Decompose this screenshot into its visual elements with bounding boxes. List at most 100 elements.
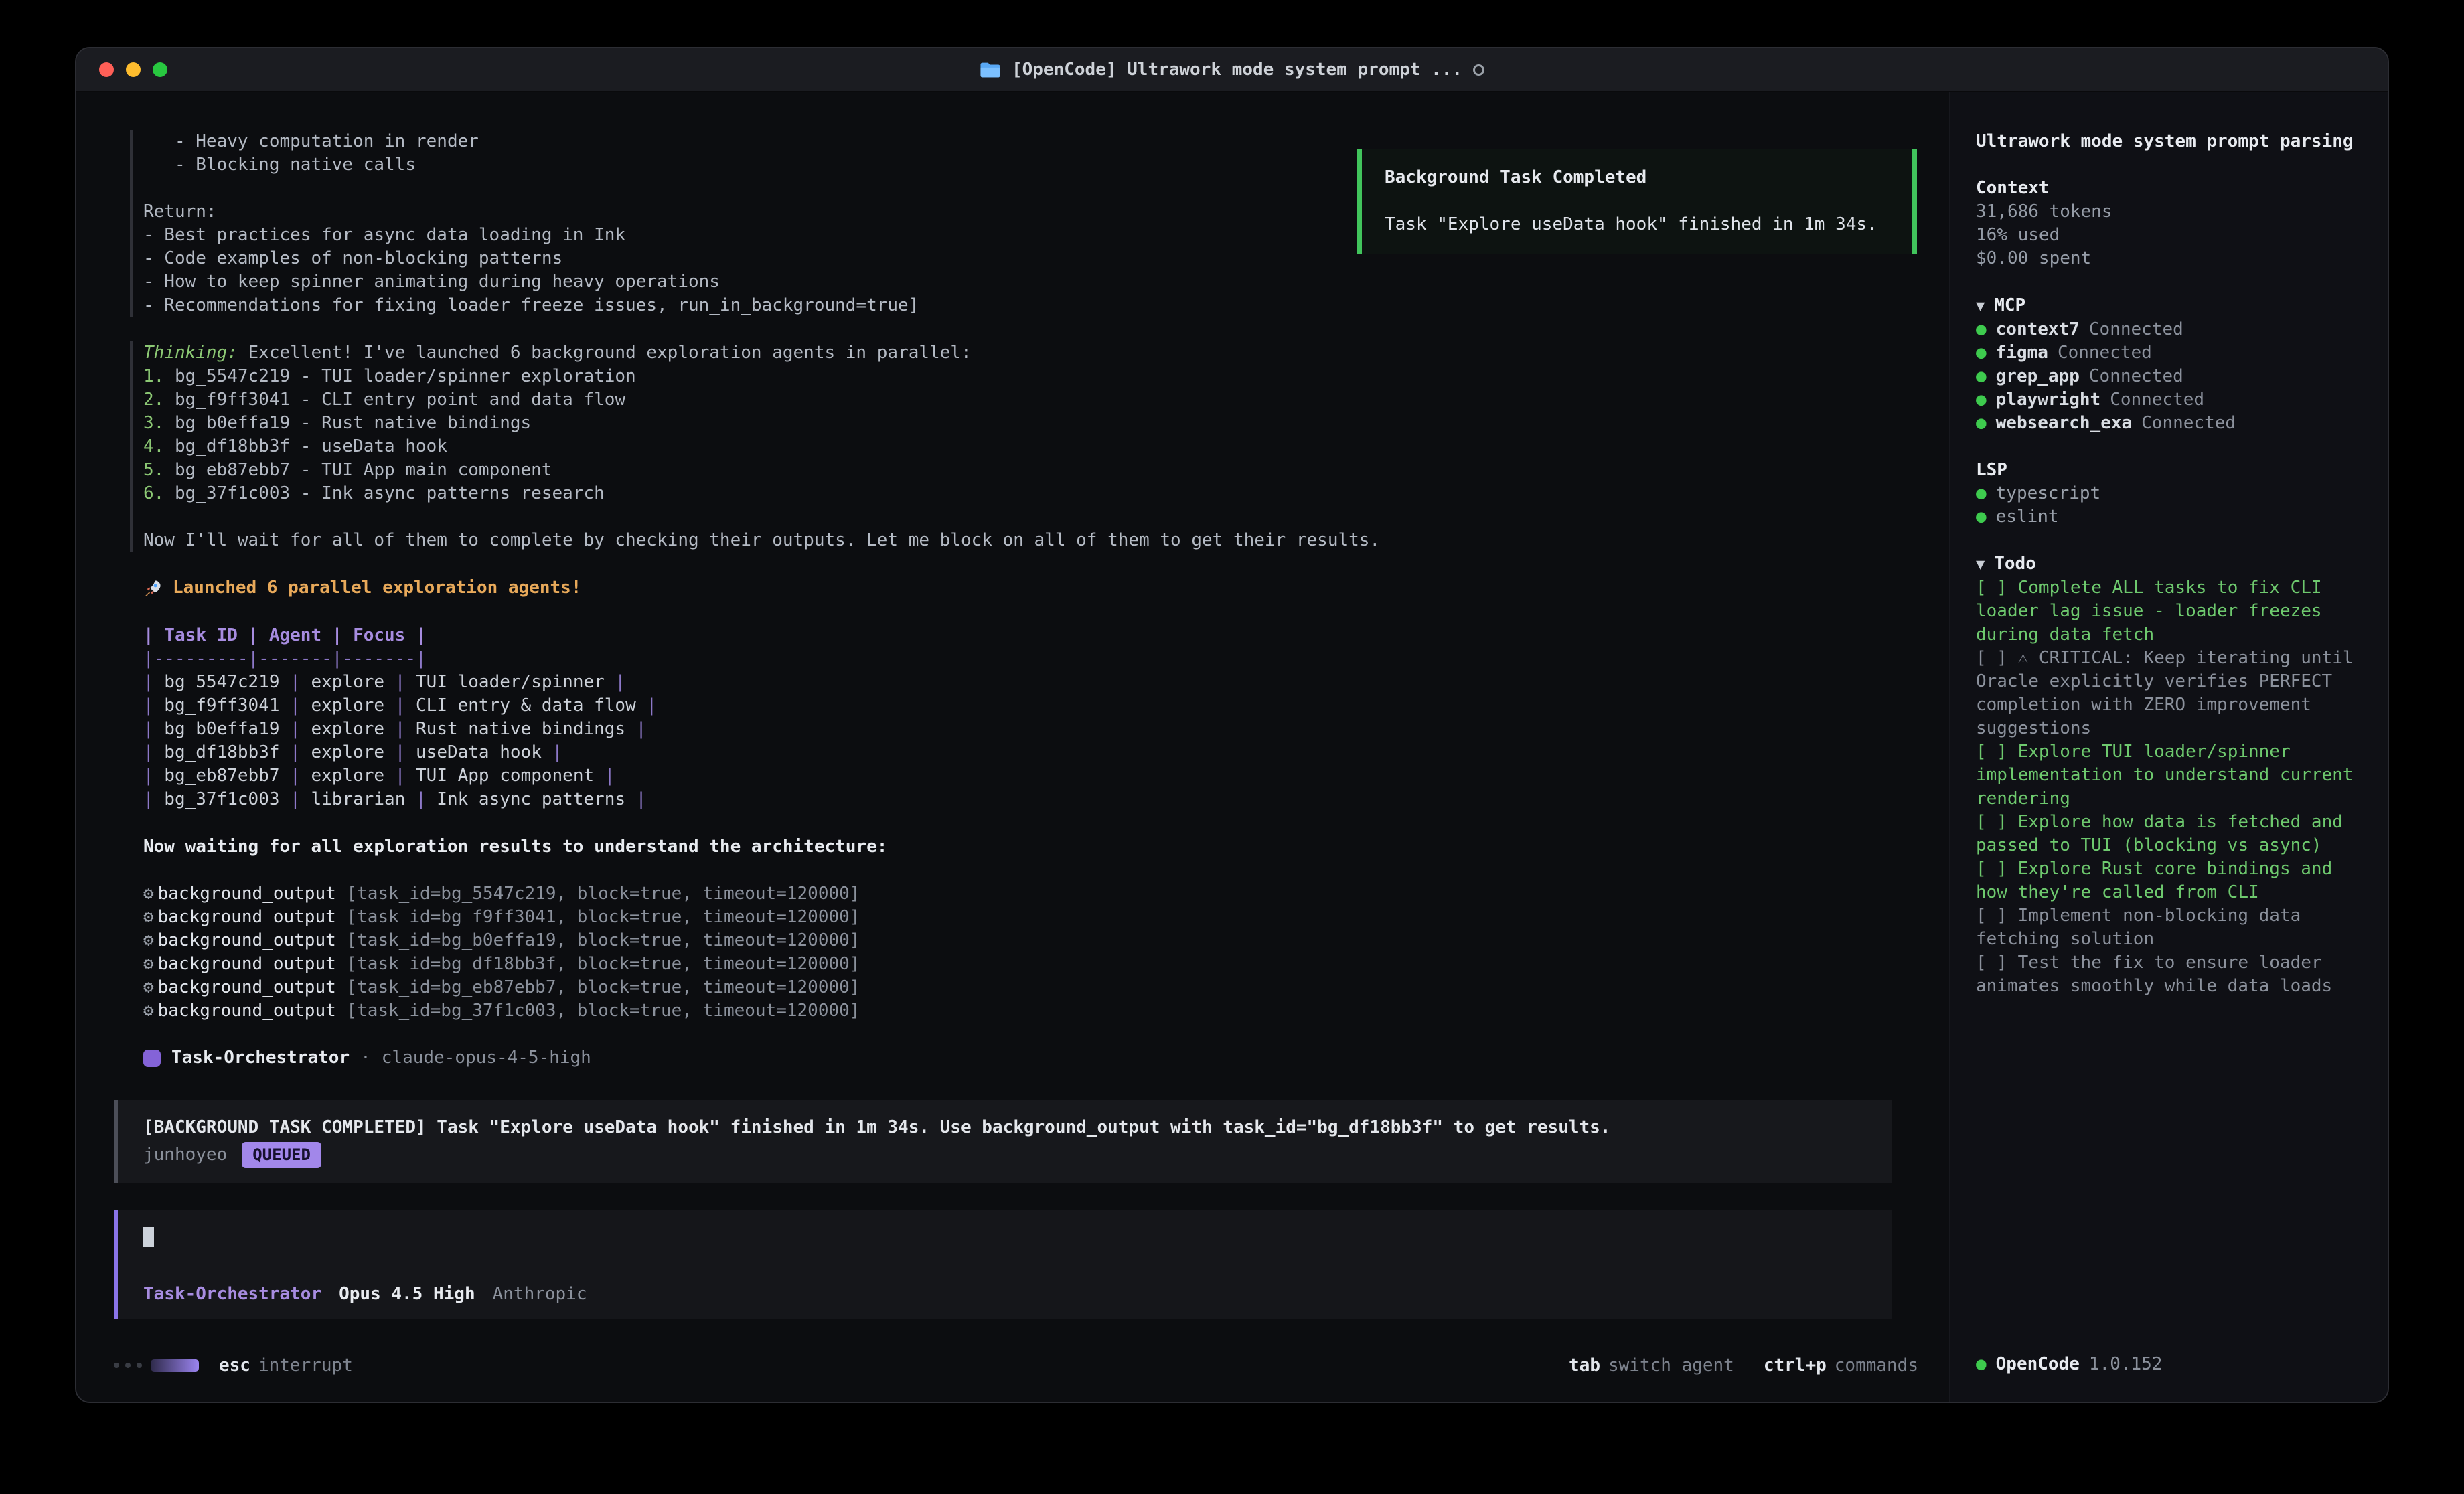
terminal-pane: - Heavy computation in render - Blocking… bbox=[76, 92, 1949, 1402]
agent-id-list: 1. bg_5547c219 - TUI loader/spinner expl… bbox=[143, 365, 1922, 505]
collapse-icon[interactable]: ▼ bbox=[1976, 556, 1985, 573]
context-heading: Context bbox=[1976, 177, 2362, 200]
tool-args: [task_id=bg_5547c219, block=true, timeou… bbox=[336, 884, 860, 904]
window-title: [OpenCode] Ultrawork mode system prompt … bbox=[1012, 60, 1462, 80]
prompt-input[interactable]: Task-Orchestrator Opus 4.5 High Anthropi… bbox=[114, 1210, 1892, 1319]
input-footer: Task-Orchestrator Opus 4.5 High Anthropi… bbox=[143, 1282, 1871, 1306]
thinking-label: Thinking: bbox=[143, 343, 238, 363]
traffic-lights bbox=[99, 62, 167, 77]
thinking-text: Excellent! I've launched 6 background ex… bbox=[238, 343, 972, 363]
table-row: | bg_5547c219 | explore | TUI loader/spi… bbox=[143, 671, 1922, 694]
tool-call-line: ⚙background_output [task_id=bg_37f1c003,… bbox=[143, 999, 1922, 1023]
status-dot: ● bbox=[1976, 412, 1987, 435]
tool-call-line: ⚙background_output [task_id=bg_5547c219,… bbox=[143, 882, 1922, 906]
todo-list: [ ] Complete ALL tasks to fix CLI loader… bbox=[1976, 576, 2362, 998]
launch-banner: Launched 6 parallel exploration agents! bbox=[143, 576, 1922, 600]
mcp-server-name: playwright bbox=[1996, 388, 2101, 412]
mcp-status: Connected bbox=[2110, 388, 2204, 412]
tool-args: [task_id=bg_b0effa19, block=true, timeou… bbox=[336, 930, 860, 950]
collapse-icon[interactable]: ▼ bbox=[1976, 298, 1985, 315]
mcp-server-name: context7 bbox=[1996, 318, 2080, 341]
status-dot: ● bbox=[1976, 388, 1987, 412]
context-lines: 31,686 tokens16% used$0.00 spent bbox=[1976, 200, 2362, 270]
agent-id-line: 5. bg_eb87ebb7 - TUI App main component bbox=[143, 459, 1922, 482]
table-separator-row: |---------|-------|-------| bbox=[143, 647, 1922, 671]
minimize-window-button[interactable] bbox=[126, 62, 141, 77]
banner-user: junhoyeo bbox=[143, 1143, 227, 1167]
banner-text: [BACKGROUND TASK COMPLETED] Task "Explor… bbox=[143, 1116, 1871, 1139]
toast-notification[interactable]: Background Task Completed Task "Explore … bbox=[1357, 149, 1917, 254]
toast-title: Background Task Completed bbox=[1385, 166, 1890, 189]
table-row: | bg_eb87ebb7 | explore | TUI App compon… bbox=[143, 764, 1922, 788]
agent-icon bbox=[143, 1050, 161, 1067]
active-agent-name[interactable]: Task-Orchestrator bbox=[143, 1282, 321, 1306]
esc-key: esc bbox=[219, 1355, 250, 1376]
active-model-name[interactable]: Opus 4.5 High bbox=[339, 1282, 475, 1306]
agent-id-line: 3. bg_b0effa19 - Rust native bindings bbox=[143, 412, 1922, 435]
gear-icon: ⚙ bbox=[143, 1001, 154, 1021]
gear-icon: ⚙ bbox=[143, 907, 154, 927]
tool-name: background_output bbox=[158, 884, 336, 904]
mcp-server-name: websearch_exa bbox=[1996, 412, 2133, 435]
agent-id-line: 4. bg_df18bb3f - useData hook bbox=[143, 435, 1922, 459]
agent-id-line: 2. bg_f9ff3041 - CLI entry point and dat… bbox=[143, 388, 1922, 412]
context-line: 16% used bbox=[1976, 224, 2362, 247]
separator-dot: · bbox=[360, 1046, 371, 1070]
todo-text: Test the fix to ensure loader animates s… bbox=[1976, 952, 2332, 996]
sidebar-footer: ● OpenCode 1.0.152 bbox=[1976, 1353, 2362, 1402]
table-row: | bg_37f1c003 | librarian | Ink async pa… bbox=[143, 788, 1922, 811]
mcp-section-header[interactable]: ▼MCP bbox=[1976, 294, 2362, 318]
tool-name: background_output bbox=[158, 930, 336, 950]
mcp-list: ●context7Connected ●figmaConnected ●grep… bbox=[1976, 318, 2362, 435]
mcp-status: Connected bbox=[2058, 341, 2152, 365]
zoom-window-button[interactable] bbox=[153, 62, 167, 77]
close-window-button[interactable] bbox=[99, 62, 114, 77]
context-line: $0.00 spent bbox=[1976, 247, 2362, 270]
todo-section-header[interactable]: ▼ Todo bbox=[1976, 552, 2362, 576]
todo-item: [ ] Explore Rust core bindings and how t… bbox=[1976, 857, 2362, 904]
progress-bar bbox=[151, 1359, 199, 1372]
mcp-item: ●figmaConnected bbox=[1976, 341, 2362, 365]
status-dot: ● bbox=[1976, 365, 1987, 388]
tool-name: background_output bbox=[158, 977, 336, 997]
todo-item: [ ] ⚠ CRITICAL: Keep iterating until Ora… bbox=[1976, 647, 2362, 740]
lsp-server-name: typescript bbox=[1996, 482, 2101, 505]
conversation: - Heavy computation in render - Blocking… bbox=[76, 92, 1949, 1335]
tool-args: [task_id=bg_eb87ebb7, block=true, timeou… bbox=[336, 977, 860, 997]
todo-item: [ ] Explore how data is fetched and pass… bbox=[1976, 811, 2362, 857]
status-dot: ● bbox=[1976, 318, 1987, 341]
todo-checkbox: [ ] bbox=[1976, 578, 2007, 598]
tool-name: background_output bbox=[158, 954, 336, 974]
tool-call-line: ⚙background_output [task_id=bg_eb87ebb7,… bbox=[143, 976, 1922, 999]
todo-text: Explore how data is fetched and passed t… bbox=[1976, 812, 2343, 855]
todo-heading: Todo bbox=[1994, 554, 2036, 574]
tool-args: [task_id=bg_df18bb3f, block=true, timeou… bbox=[336, 954, 860, 974]
status-dot: ● bbox=[1976, 1353, 1987, 1376]
lsp-server-name: eslint bbox=[1996, 505, 2059, 529]
toast-body: Task "Explore useData hook" finished in … bbox=[1385, 213, 1890, 236]
todo-item: [ ] Test the fix to ensure loader animat… bbox=[1976, 951, 2362, 998]
queued-badge: QUEUED bbox=[242, 1142, 321, 1168]
mcp-item: ●grep_appConnected bbox=[1976, 365, 2362, 388]
commands-hint: ctrl+pcommands bbox=[1764, 1354, 1918, 1378]
tool-result-line: - Recommendations for fixing loader free… bbox=[143, 294, 1922, 317]
app-window: [OpenCode] Ultrawork mode system prompt … bbox=[75, 47, 2389, 1403]
tool-call-line: ⚙background_output [task_id=bg_f9ff3041,… bbox=[143, 906, 1922, 929]
status-dot: ● bbox=[1976, 341, 1987, 365]
gear-icon: ⚙ bbox=[143, 977, 154, 997]
tool-args: [task_id=bg_f9ff3041, block=true, timeou… bbox=[336, 907, 860, 927]
app-body: - Heavy computation in render - Blocking… bbox=[76, 92, 2388, 1402]
tool-call-line: ⚙background_output [task_id=bg_df18bb3f,… bbox=[143, 952, 1922, 976]
thinking-line: Thinking: Excellent! I've launched 6 bac… bbox=[143, 341, 1922, 365]
agent-id-line: 1. bg_5547c219 - TUI loader/spinner expl… bbox=[143, 365, 1922, 388]
titlebar: [OpenCode] Ultrawork mode system prompt … bbox=[76, 48, 2388, 92]
lsp-heading: LSP bbox=[1976, 459, 2362, 482]
todo-checkbox: [ ] bbox=[1976, 952, 2007, 973]
status-dot: ● bbox=[1976, 482, 1987, 505]
mcp-server-name: grep_app bbox=[1996, 365, 2080, 388]
tool-result-line: - How to keep spinner animating during h… bbox=[143, 270, 1922, 294]
model-name: claude-opus-4-5-high bbox=[382, 1046, 591, 1070]
mcp-item: ● playwright Connected bbox=[1976, 388, 2362, 412]
sidebar: Ultrawork mode system prompt parsing Con… bbox=[1949, 92, 2388, 1402]
todo-item: [ ] Explore TUI loader/spinner implement… bbox=[1976, 740, 2362, 811]
